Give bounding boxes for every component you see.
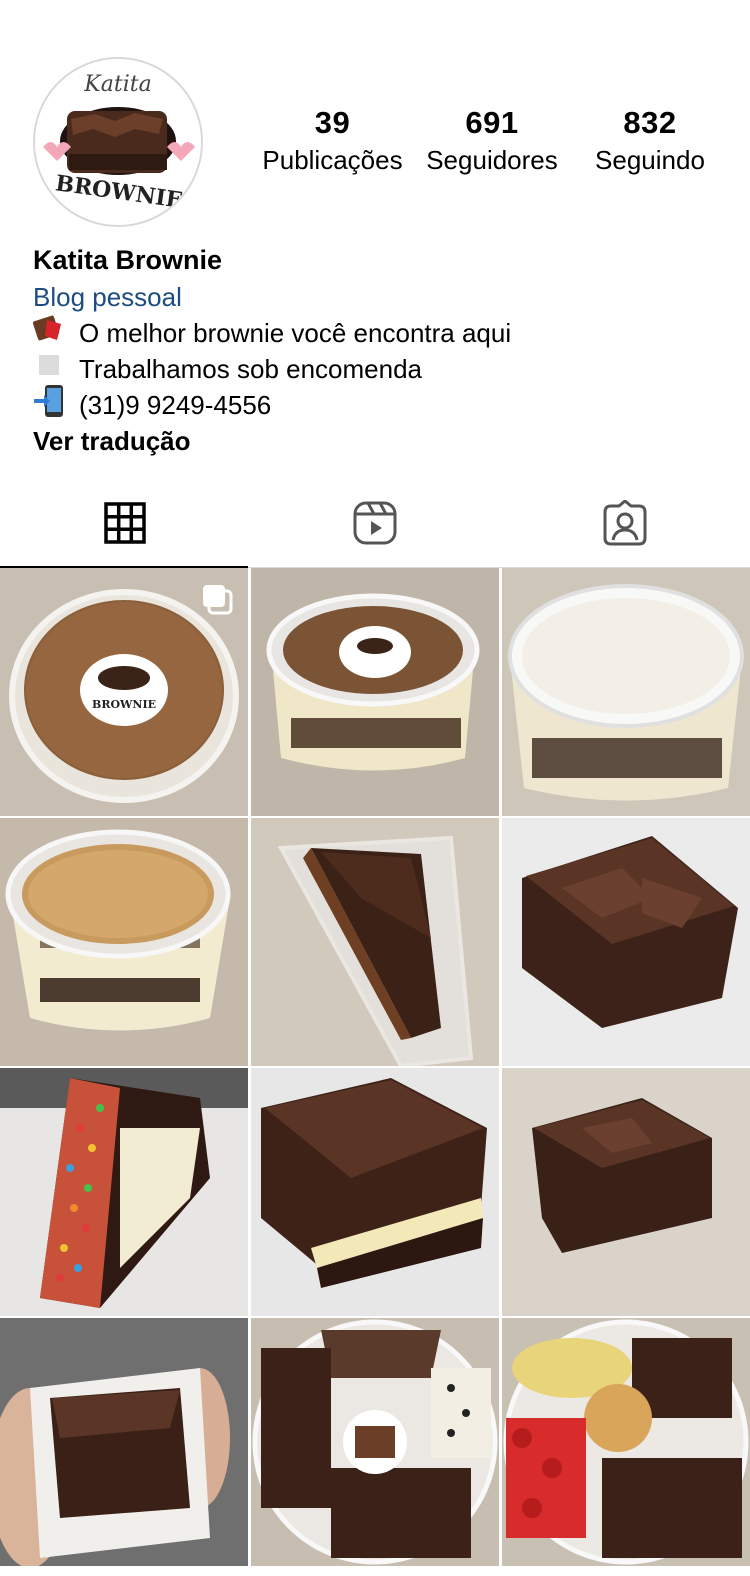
post-thumbnail[interactable] bbox=[502, 568, 750, 816]
stat-followers-count: 691 bbox=[465, 105, 519, 140]
brownie-square-plate-image bbox=[502, 818, 750, 1066]
posts-grid: BROWNIE bbox=[0, 568, 750, 1566]
post-thumbnail[interactable] bbox=[251, 1318, 499, 1566]
stat-posts-count: 39 bbox=[314, 105, 351, 140]
post-thumbnail[interactable] bbox=[251, 568, 499, 816]
katita-brownie-logo-icon: Katita BROWNIE bbox=[35, 59, 201, 225]
logo-text-top: Katita bbox=[83, 72, 151, 97]
bio-line: O melhor brownie você encontra aqui bbox=[32, 314, 723, 353]
post-thumbnail[interactable] bbox=[0, 818, 248, 1066]
stat-following-count: 832 bbox=[623, 105, 677, 140]
profile-name: Katita Brownie bbox=[33, 245, 223, 275]
post-thumbnail[interactable] bbox=[0, 1068, 248, 1316]
stat-posts[interactable]: 39 Publicações bbox=[260, 105, 405, 176]
tab-tagged[interactable] bbox=[500, 478, 750, 568]
profile-category: Blog pessoal bbox=[33, 282, 182, 312]
chocolate-bar-emoji-icon bbox=[32, 314, 69, 353]
see-translation-link[interactable]: Ver tradução bbox=[33, 423, 723, 459]
profile-tabs bbox=[0, 478, 750, 569]
stat-following[interactable]: 832 Seguindo bbox=[588, 105, 712, 176]
coconut-pot-image bbox=[502, 568, 750, 816]
bio-line: (31)9 9249-4556 bbox=[33, 384, 723, 423]
brownie-strawberry-platter-image bbox=[502, 1318, 750, 1566]
stat-followers[interactable]: 691 Seguidores bbox=[418, 105, 566, 176]
bio-phone[interactable]: (31)9 9249-4556 bbox=[79, 387, 271, 423]
post-thumbnail[interactable] bbox=[502, 1068, 750, 1316]
nut-pot-layers-image bbox=[0, 818, 248, 1066]
stat-posts-label: Publicações bbox=[262, 145, 403, 175]
filled-brownie-image bbox=[251, 1068, 499, 1316]
brownie-in-hand-image bbox=[0, 1318, 248, 1566]
stat-following-label: Seguindo bbox=[595, 145, 705, 175]
post-thumbnail[interactable]: BROWNIE bbox=[0, 568, 248, 816]
stat-followers-label: Seguidores bbox=[426, 145, 558, 175]
bio-line-text: Trabalhamos sob encomenda bbox=[79, 354, 423, 384]
profile-bio: Katita Brownie Blog pessoal O melhor bro… bbox=[32, 242, 723, 459]
bio-line-text: O melhor brownie você encontra aqui bbox=[79, 318, 512, 348]
post-thumbnail[interactable] bbox=[0, 1318, 248, 1566]
reels-icon bbox=[353, 501, 397, 545]
profile-header: Katita BROWNIE 39 Publicações 691 Seguid… bbox=[0, 0, 750, 470]
tab-posts-grid[interactable] bbox=[0, 478, 250, 569]
post-thumbnail[interactable] bbox=[251, 1068, 499, 1316]
brownie-slice-box-image bbox=[251, 818, 499, 1066]
profile-avatar[interactable]: Katita BROWNIE bbox=[33, 57, 203, 227]
tab-reels[interactable] bbox=[250, 478, 500, 568]
post-thumbnail[interactable] bbox=[502, 818, 750, 1066]
brownie-square-marble-image bbox=[502, 1068, 750, 1316]
tagged-icon bbox=[603, 500, 647, 546]
grid-icon bbox=[104, 502, 146, 544]
brownie-pot-side-label-image bbox=[251, 568, 499, 816]
brownie-platter-image bbox=[251, 1318, 499, 1566]
bio-line: Trabalhamos sob encomenda bbox=[33, 351, 723, 387]
mobile-phone-arrow-emoji-icon bbox=[33, 384, 69, 427]
multiple-photos-icon bbox=[203, 585, 233, 615]
svg-text:BROWNIE: BROWNIE bbox=[92, 698, 156, 711]
post-thumbnail[interactable] bbox=[502, 1318, 750, 1566]
sprinkle-brownie-slice-image bbox=[0, 1068, 248, 1316]
post-thumbnail[interactable] bbox=[251, 818, 499, 1066]
